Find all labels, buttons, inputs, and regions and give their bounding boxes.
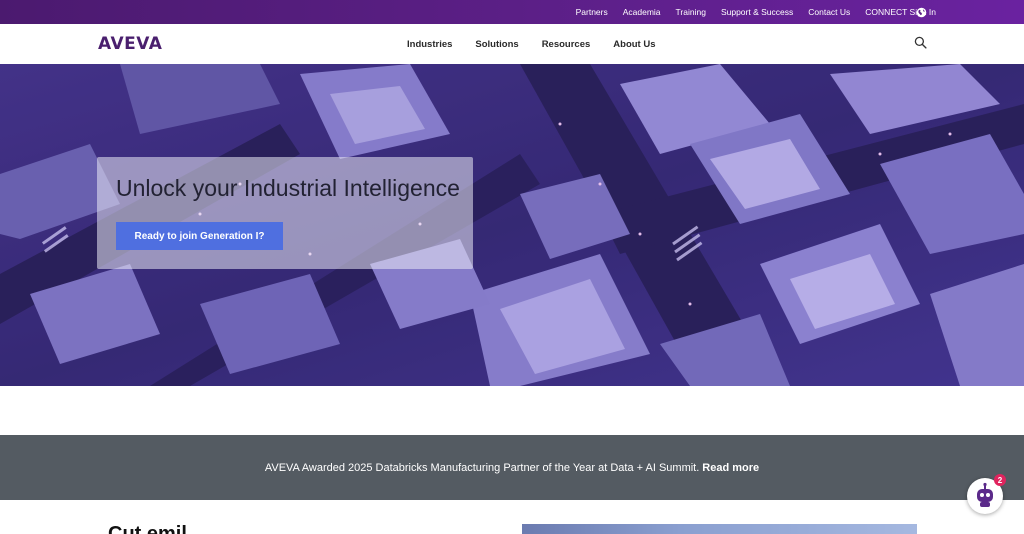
utility-link-support[interactable]: Support & Success — [721, 7, 793, 17]
globe-icon[interactable] — [916, 7, 927, 18]
announcement-text: AVEVA Awarded 2025 Databricks Manufactur… — [264, 461, 700, 474]
hero-card: Unlock your Industrial Intelligence Read… — [97, 157, 473, 269]
nav-item-about-us[interactable]: About Us — [613, 39, 655, 50]
utility-link-contact[interactable]: Contact Us — [808, 7, 850, 17]
logo-text: AVEVA — [98, 34, 163, 54]
aveva-logo[interactable]: AVEVA — [98, 34, 162, 54]
section-image — [522, 524, 917, 534]
nav-item-solutions[interactable]: Solutions — [475, 39, 518, 50]
hero-banner: Unlock your Industrial Intelligence Read… — [0, 64, 1024, 386]
nav-item-resources[interactable]: Resources — [542, 39, 591, 50]
hero-title: Unlock your Industrial Intelligence — [116, 175, 460, 201]
announcement-bar: AVEVA Awarded 2025 Databricks Manufactur… — [0, 435, 1024, 500]
chat-notification-badge: 2 — [994, 474, 1006, 486]
utility-bar: Partners Academia Training Support & Suc… — [0, 0, 1024, 24]
nav-item-industries[interactable]: Industries — [407, 39, 452, 50]
utility-link-partners[interactable]: Partners — [576, 7, 608, 17]
utility-link-academia[interactable]: Academia — [623, 7, 661, 17]
utility-link-training[interactable]: Training — [676, 7, 706, 17]
main-nav: AVEVA Industries Solutions Resources Abo… — [0, 24, 1024, 64]
generation-i-cta-button[interactable]: Ready to join Generation I? — [116, 222, 283, 250]
utility-links: Partners Academia Training Support & Suc… — [561, 0, 936, 24]
nav-items: Industries Solutions Resources About Us — [407, 24, 679, 64]
section-heading: Cut emil — [108, 524, 187, 534]
search-icon[interactable] — [914, 36, 927, 49]
read-more-link[interactable]: Read more — [702, 462, 759, 474]
